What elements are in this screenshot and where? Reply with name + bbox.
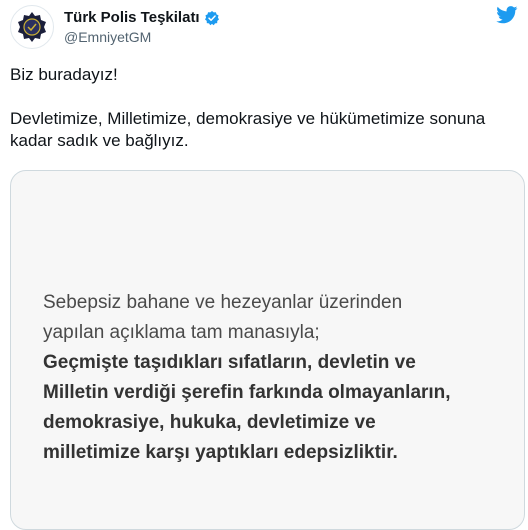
police-badge-icon (18, 12, 46, 42)
name-row: Türk Polis Teşkilatı (64, 9, 220, 26)
tweet-paragraph: Biz buradayız! (10, 65, 118, 84)
tweet-header: Türk Polis Teşkilatı @EmniyetGM (0, 0, 528, 60)
display-name[interactable]: Türk Polis Teşkilatı (64, 9, 200, 26)
avatar[interactable] (10, 5, 54, 49)
tweet-text: Biz buradayız! Devletimize, Milletimize,… (10, 64, 515, 152)
tweet-paragraph: Devletimize, Milletimize, demokrasiye ve… (10, 109, 486, 150)
statement-line-bold: demokrasiye, hukuka, devletimize ve (43, 412, 376, 433)
statement-line-bold: milletimize karşı yaptıkları edepsizlikt… (43, 442, 398, 463)
twitter-bird-icon[interactable] (496, 6, 518, 24)
statement-line: yapılan açıklama tam manasıyla; (43, 322, 320, 343)
handle[interactable]: @EmniyetGM (64, 29, 151, 45)
statement-line-bold: Milletin verdiği şerefin farkında olmaya… (43, 382, 451, 403)
statement-line: Sebepsiz bahane ve hezeyanlar üzerinden (43, 292, 403, 313)
verified-badge-icon (204, 10, 219, 25)
media-statement-text: Sebepsiz bahane ve hezeyanlar üzerinden … (43, 288, 503, 468)
statement-line-bold: Geçmişte taşıdıkları sıfatların, devleti… (43, 352, 416, 373)
